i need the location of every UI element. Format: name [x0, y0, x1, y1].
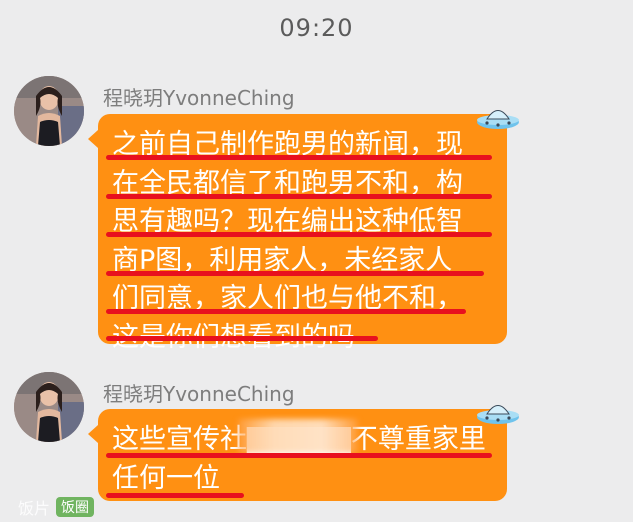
- sender-name: 程晓玥YvonneChing: [103, 86, 295, 110]
- watermark: 饭片 饭圈: [18, 495, 95, 519]
- red-underline: [106, 232, 492, 237]
- blurred-region: [238, 419, 358, 453]
- watermark-text: 饭片: [18, 499, 51, 518]
- red-underline: [106, 453, 492, 458]
- red-underline: [106, 271, 484, 276]
- sender-avatar[interactable]: [14, 372, 84, 442]
- sender-avatar[interactable]: [14, 76, 84, 146]
- watermark-badge: 饭圈: [56, 497, 95, 517]
- status-time: 09:20: [279, 14, 354, 42]
- ufo-icon: [477, 405, 519, 424]
- red-underline: [106, 309, 466, 314]
- ufo-icon: [477, 110, 519, 129]
- sender-name: 程晓玥YvonneChing: [103, 382, 295, 406]
- red-underline: [106, 493, 244, 498]
- message-bubble[interactable]: 这些宣传社▇▇▇▇▇不尊重家里 任何一位: [88, 409, 507, 501]
- red-underline: [106, 194, 492, 199]
- red-underline: [106, 155, 492, 160]
- message-bubble[interactable]: 之前自己制作跑男的新闻，现 在全民都信了和跑男不和，构 思有趣吗？现在编出这种低…: [88, 114, 507, 353]
- red-underline: [106, 336, 378, 341]
